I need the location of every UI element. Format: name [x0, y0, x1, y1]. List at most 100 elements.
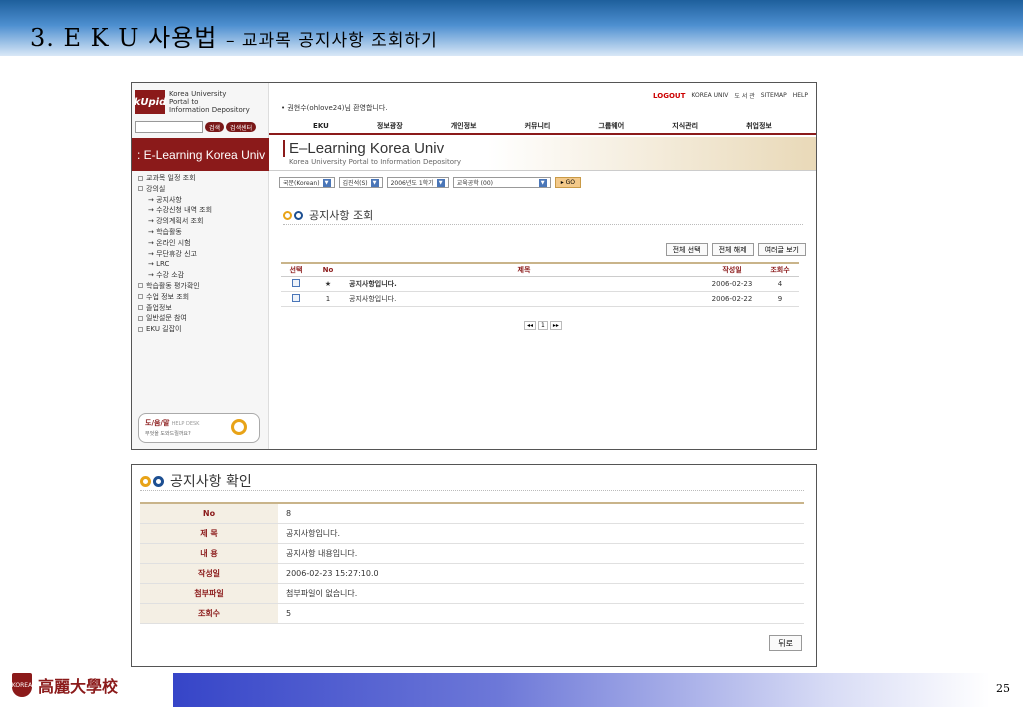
menu-bullet-icon	[138, 294, 143, 300]
search-center-button[interactable]: 검색센터	[226, 122, 257, 132]
kupid-logo-icon: kUpid	[134, 90, 166, 114]
notice-detail-screenshot: 공지사항 확인 No 8 제 목 공지사항입니다. 내 용 공지사항 내용입니다. 작…	[131, 464, 817, 667]
slide-title-text: 3. E K U 사용법	[30, 24, 218, 52]
sidebar-item-label: 교과목 일정 조회	[146, 174, 196, 182]
nav-personal[interactable]: 개인정보	[451, 121, 477, 131]
sidebar-item[interactable]: → LRC	[138, 259, 266, 270]
search-row: 검색 검색센터	[135, 121, 257, 133]
detail-row: 조회수 5	[140, 603, 804, 624]
slide-subtitle: – 교과목 공지사항 조회하기	[225, 31, 438, 51]
language-select[interactable]: 국문(Korean) ▼	[279, 177, 335, 188]
sidebar-item[interactable]: 강의실	[138, 184, 266, 195]
col-select: 선택	[281, 262, 311, 277]
korea-univ-link[interactable]: KOREA UNIV	[691, 92, 728, 99]
nav-jobs[interactable]: 취업정보	[746, 121, 772, 131]
logout-link[interactable]: LOGOUT	[653, 92, 685, 100]
sidebar-item[interactable]: → 학습활동	[138, 227, 266, 238]
menu-bullet-icon	[138, 305, 143, 311]
semester-select[interactable]: 2006년도 1학기 ▼	[386, 177, 449, 188]
detail-row: 내 용 공지사항 내용입니다.	[140, 543, 804, 564]
footer-bar	[173, 673, 990, 707]
pager-prev-icon[interactable]: ◂◂	[524, 321, 537, 330]
col-date: 작성일	[703, 262, 761, 277]
pager: ◂◂ 1 ▸▸	[524, 321, 562, 330]
sidebar-item[interactable]: 일반설문 참여	[138, 313, 266, 324]
divider	[283, 224, 803, 225]
list-buttons: 전체 선택 전체 해제 여러글 보기	[665, 243, 806, 256]
filter-row: 국문(Korean) ▼ 김진석(S) ▼ 2006년도 1학기 ▼ 교육공학 (00…	[279, 177, 581, 188]
sidebar-item[interactable]: → 수강신청 내역 조회	[138, 205, 266, 216]
row-views: 4	[761, 276, 799, 292]
row-checkbox[interactable]	[292, 293, 300, 302]
sidebar-item[interactable]: 교과목 일정 조회	[138, 173, 266, 184]
sidebar-menu: 교과목 일정 조회강의실 → 공지사항 → 수강신청 내역 조회 → 강의계획서 조회…	[138, 173, 266, 335]
sidebar-item[interactable]: → 강의계획서 조회	[138, 216, 266, 227]
notice-list-heading: 공지사항 조회	[283, 207, 373, 223]
back-button[interactable]: 뒤로	[769, 635, 802, 651]
detail-row: 작성일 2006-02-23 15:27:10.0	[140, 563, 804, 584]
sitemap-link[interactable]: SITEMAP	[761, 92, 787, 99]
col-views: 조회수	[761, 262, 799, 277]
sidebar-item[interactable]: 학습활동 평가확인	[138, 281, 266, 292]
menu-bullet-icon	[138, 175, 143, 181]
sidebar-item-label: → 학습활동	[148, 227, 182, 236]
deselect-all-button[interactable]: 전체 해제	[711, 243, 754, 256]
detail-row: 제 목 공지사항입니다.	[140, 523, 804, 544]
detail-row: 첨부파일 첨부파일이 없습니다.	[140, 583, 804, 604]
portal-logo[interactable]: kUpid Korea University Portal to Informa…	[134, 88, 268, 116]
go-button[interactable]: ▸ GO	[554, 177, 581, 188]
professor-select[interactable]: 김진석(S) ▼	[338, 177, 383, 188]
nav-eku[interactable]: EKU	[313, 122, 329, 130]
logo-text: Korea University Portal to Information D…	[169, 90, 250, 114]
elearning-banner[interactable]: : E-Learning Korea Univ	[132, 138, 269, 171]
detail-row: No 8	[140, 503, 804, 524]
sidebar-item-label: 학습활동 평가확인	[146, 281, 200, 290]
row-no: 1	[311, 291, 345, 307]
nav-groupware[interactable]: 그룹웨어	[598, 121, 624, 131]
welcome-text: • 권현수(ohlove24)님 환영합니다.	[281, 104, 388, 112]
rings-icon	[283, 210, 303, 220]
nav-info-plaza[interactable]: 정보광장	[377, 121, 403, 131]
sidebar-item[interactable]: → 수강 소감	[138, 270, 266, 281]
magnifier-icon	[231, 419, 247, 435]
sidebar-item[interactable]: 졸업정보	[138, 303, 266, 314]
menu-bullet-icon	[138, 186, 143, 192]
help-desk-box[interactable]: 도/움/말 HELP DESK 무엇을 도와드릴까요?	[138, 413, 260, 443]
row-title-link[interactable]: 공지사항입니다.	[345, 276, 703, 292]
row-date: 2006-02-23	[703, 276, 761, 292]
sidebar-item[interactable]: → 공지사항	[138, 195, 266, 206]
sidebar-item[interactable]: 수업 정보 조회	[138, 292, 266, 303]
help-link[interactable]: HELP	[793, 92, 808, 99]
row-title-link[interactable]: 공지사항입니다.	[345, 291, 703, 307]
col-no: No	[311, 262, 345, 277]
slide-title: 3. E K U 사용법 – 교과목 공지사항 조회하기	[30, 18, 438, 53]
top-links: LOGOUT KOREA UNIV 도 서 관 SITEMAP HELP	[653, 91, 808, 101]
search-input[interactable]	[135, 121, 203, 133]
sidebar: kUpid Korea University Portal to Informa…	[132, 83, 269, 449]
row-checkbox[interactable]	[292, 278, 300, 287]
table-row[interactable]: ★ 공지사항입니다. 2006-02-23 4	[281, 276, 799, 292]
sidebar-item[interactable]: EKU 길잡이	[138, 324, 266, 335]
sidebar-item-label: 일반설문 참여	[146, 314, 187, 323]
sidebar-item-label: 수업 정보 조회	[146, 292, 190, 301]
pager-page-1[interactable]: 1	[538, 321, 548, 330]
row-date: 2006-02-22	[703, 291, 761, 307]
search-button[interactable]: 검색	[205, 122, 225, 132]
sidebar-item[interactable]: → 온라인 시험	[138, 238, 266, 249]
library-link[interactable]: 도 서 관	[734, 91, 754, 100]
menu-bullet-icon	[138, 326, 143, 332]
col-title: 제목	[345, 262, 703, 277]
nav-community[interactable]: 커뮤니티	[525, 121, 551, 131]
view-multiple-button[interactable]: 여러글 보기	[757, 243, 806, 256]
select-all-button[interactable]: 전체 선택	[665, 243, 708, 256]
course-select[interactable]: 교육공학 (00) ▼	[452, 177, 551, 188]
pager-next-icon[interactable]: ▸▸	[549, 321, 562, 330]
table-row[interactable]: 1 공지사항입니다. 2006-02-22 9	[281, 291, 799, 307]
chevron-down-icon: ▼	[370, 178, 379, 187]
notice-detail-heading: 공지사항 확인	[140, 471, 252, 491]
nav-knowledge[interactable]: 지식관리	[672, 121, 698, 131]
sidebar-item-label: EKU 길잡이	[146, 325, 182, 334]
main-content: • 권현수(ohlove24)님 환영합니다. LOGOUT KOREA UNI…	[269, 83, 816, 449]
sidebar-item[interactable]: → 무단휴강 신고	[138, 249, 266, 260]
sidebar-item-label: 졸업정보	[146, 303, 172, 312]
